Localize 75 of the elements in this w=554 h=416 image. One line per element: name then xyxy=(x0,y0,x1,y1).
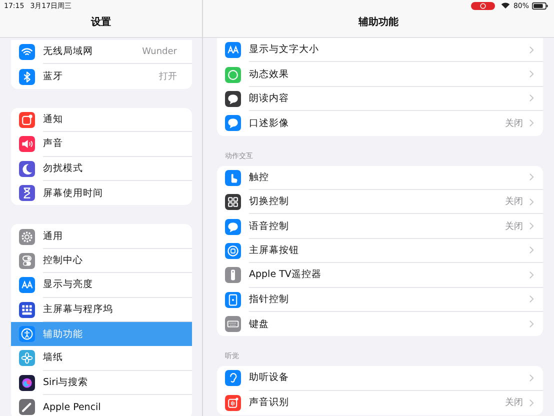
sidebar-item[interactable]: 蓝牙 打开 xyxy=(11,64,192,89)
chevron-icon xyxy=(529,398,534,407)
row-label: 主屏幕按钮 xyxy=(249,244,300,257)
chevron-icon xyxy=(529,119,534,128)
sidebar-item[interactable]: Siri与搜索 xyxy=(11,370,192,396)
item-label: 蓝牙 xyxy=(43,70,64,84)
item-label: 墙纸 xyxy=(43,351,64,364)
chevron-icon xyxy=(529,94,534,102)
item-label: 显示与亮度 xyxy=(43,278,94,292)
row-label: 助听设备 xyxy=(249,371,290,384)
settings-row[interactable]: 主屏幕按钮 xyxy=(217,238,543,264)
sidebar-item[interactable]: 控制中心 xyxy=(11,248,192,274)
chevron-icon xyxy=(529,295,534,304)
item-label: 辅助功能 xyxy=(43,328,84,341)
chevron-icon xyxy=(529,270,534,279)
sidebar-item[interactable]: Apple Pencil xyxy=(11,395,192,416)
settings-row[interactable]: 触控 xyxy=(217,166,543,190)
item-label: Siri与搜索 xyxy=(43,376,90,389)
item-label: Apple Pencil xyxy=(43,402,102,413)
row-label: 显示与文字大小 xyxy=(249,43,320,56)
item-label: 屏幕使用时间 xyxy=(43,186,104,200)
item-value: 打开 xyxy=(159,70,177,84)
row-label: Apple TV遥控器 xyxy=(249,268,322,282)
row-label: 口述影像 xyxy=(249,116,290,130)
chevron-icon xyxy=(529,222,534,230)
sidebar-item[interactable]: 显示与亮度 xyxy=(11,273,192,298)
chevron-icon xyxy=(529,46,534,54)
row-value: 关闭 xyxy=(505,118,523,130)
row-label: 动态效果 xyxy=(249,68,290,81)
item-label: 通知 xyxy=(43,112,64,126)
item-label: 主屏幕与程序坞 xyxy=(43,302,114,316)
battery-icon xyxy=(532,2,548,10)
chevron-icon xyxy=(529,320,534,328)
item-label: 控制中心 xyxy=(43,254,84,267)
sidebar-item[interactable]: 屏幕使用时间 xyxy=(11,180,192,206)
settings-row[interactable]: 声音识别 关闭 xyxy=(217,390,543,416)
settings-row[interactable]: 键盘 xyxy=(217,312,543,336)
sidebar-title: 设置 xyxy=(90,16,112,30)
item-label: 无线局域网 xyxy=(43,45,94,58)
item-label: 声音 xyxy=(43,137,64,150)
chevron-icon xyxy=(529,198,534,206)
sidebar-item[interactable]: 通用 xyxy=(11,224,192,249)
row-value: 关闭 xyxy=(505,220,523,233)
settings-row[interactable]: 动态效果 xyxy=(217,62,543,87)
wifi-signal-icon xyxy=(501,2,510,9)
row-label: 语音控制 xyxy=(249,220,290,233)
row-label: 朗读内容 xyxy=(249,92,290,105)
settings-row[interactable]: 指针控制 xyxy=(217,288,543,312)
chevron-icon xyxy=(529,374,534,382)
row-label: 声音识别 xyxy=(249,396,290,410)
item-label: 勿扰模式 xyxy=(43,162,84,175)
chevron-icon xyxy=(529,246,534,254)
sidebar-item[interactable]: 通知 xyxy=(11,108,192,132)
item-label: 通用 xyxy=(43,230,64,243)
sidebar-item[interactable]: 墙纸 xyxy=(11,346,192,371)
chevron-icon xyxy=(529,173,534,182)
settings-row[interactable]: 显示与文字大小 xyxy=(217,38,543,62)
row-label: 键盘 xyxy=(249,318,270,331)
settings-row[interactable]: 语音控制 关闭 xyxy=(217,214,543,239)
settings-row[interactable]: 切换控制 关闭 xyxy=(217,190,543,214)
settings-row[interactable]: 朗读内容 xyxy=(217,86,543,112)
chevron-icon xyxy=(529,70,534,78)
item-value: Wunder xyxy=(142,46,177,57)
settings-row[interactable]: 口述影像 关闭 xyxy=(217,111,543,136)
sidebar-item[interactable]: 声音 xyxy=(11,132,192,157)
row-label: 指针控制 xyxy=(249,292,290,306)
settings-row[interactable]: 助听设备 xyxy=(217,366,543,391)
row-value: 关闭 xyxy=(505,396,523,410)
row-value: 关闭 xyxy=(505,196,523,208)
page-title: 辅助功能 xyxy=(357,16,400,30)
sidebar-item[interactable]: 勿扰模式 xyxy=(11,156,192,181)
settings-row[interactable]: Apple TV遥控器 xyxy=(217,263,543,288)
sidebar-item[interactable]: 无线局域网 Wunder xyxy=(11,40,192,64)
row-label: 切换控制 xyxy=(249,195,290,208)
row-label: 触控 xyxy=(249,170,270,184)
